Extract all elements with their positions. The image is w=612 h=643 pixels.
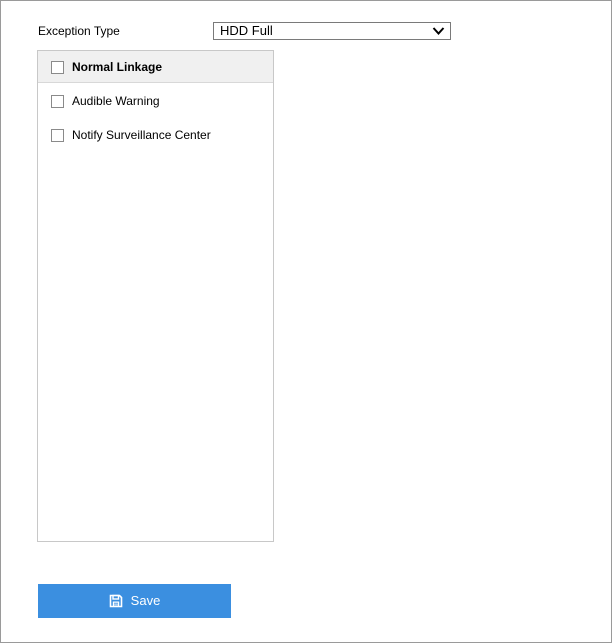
audible-warning-label: Audible Warning: [72, 94, 160, 108]
notify-surveillance-center-checkbox[interactable]: [51, 129, 64, 142]
exception-type-select[interactable]: HDD Full: [213, 22, 451, 40]
chevron-down-icon: [432, 27, 445, 35]
linkage-panel: Normal Linkage Audible Warning Notify Su…: [37, 50, 274, 542]
normal-linkage-label: Normal Linkage: [72, 60, 163, 74]
floppy-disk-icon: [109, 594, 122, 608]
notify-surveillance-center-label: Notify Surveillance Center: [72, 128, 211, 142]
save-button[interactable]: Save: [38, 584, 231, 618]
linkage-panel-header: Normal Linkage: [38, 51, 273, 83]
audible-warning-checkbox[interactable]: [51, 95, 64, 108]
exception-type-selected-value: HDD Full: [220, 23, 273, 38]
exception-type-label: Exception Type: [38, 24, 120, 38]
normal-linkage-checkbox[interactable]: [51, 61, 64, 74]
save-button-label: Save: [130, 593, 161, 608]
